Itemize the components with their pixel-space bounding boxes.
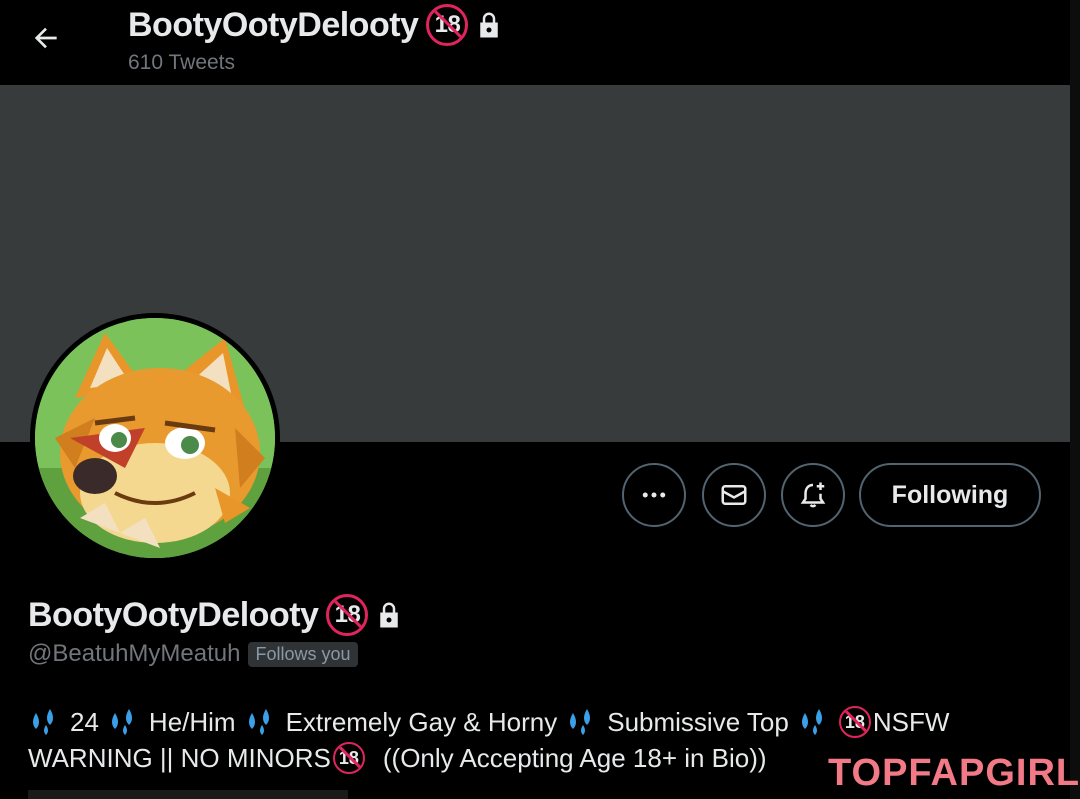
sweat-droplets-icon xyxy=(111,709,132,735)
bio-warning-group: WARNING || NO MINORS 18 xyxy=(28,740,365,776)
avatar[interactable] xyxy=(30,313,280,563)
header-name: BootyOotyDelooty xyxy=(128,5,419,44)
scrollbar[interactable] xyxy=(1070,0,1080,799)
following-button[interactable]: Following xyxy=(859,463,1041,527)
watermark-logo: TOPFAPGIRLS xyxy=(828,752,1080,794)
more-button[interactable] xyxy=(622,463,686,527)
bio-age: 24 xyxy=(70,707,99,737)
sweat-droplets-icon xyxy=(248,709,269,735)
sweat-droplets-icon xyxy=(33,709,53,735)
message-button[interactable] xyxy=(702,463,766,527)
top-header: BootyOotyDelooty 18 610 Tweets xyxy=(0,0,1080,85)
bio-pronouns: He/Him xyxy=(148,707,236,737)
bio-warning: WARNING || NO MINORS xyxy=(28,743,331,773)
cut-off-text-line xyxy=(28,790,348,799)
arrow-left-icon xyxy=(34,27,57,49)
bio-note: ((Only Accepting Age 18+ in Bio)) xyxy=(382,743,767,773)
bio-line-1: 24 He/Him Extremely Gay & Horny Submissi… xyxy=(28,704,1028,740)
bell-plus-icon xyxy=(800,482,826,508)
bio-nsfw-group: 18 NSFW xyxy=(838,704,950,740)
profile-display-name: BootyOotyDelooty 18 xyxy=(28,594,402,636)
bio-tag-1: Extremely Gay & Horny xyxy=(285,707,558,737)
lock-icon xyxy=(380,602,399,628)
more-icon xyxy=(642,492,666,498)
handle-row: @BeatuhMyMeatuh Follows you xyxy=(28,640,358,668)
avatar-image xyxy=(35,318,275,558)
sweat-droplets-icon xyxy=(801,709,822,735)
no-under-18-icon: 18 xyxy=(332,742,365,774)
header-title: BootyOotyDelooty 18 xyxy=(128,4,502,46)
notifications-button[interactable] xyxy=(781,463,845,527)
profile-name-text: BootyOotyDelooty xyxy=(28,595,319,634)
bio-nsfw: NSFW xyxy=(872,707,950,737)
back-button[interactable] xyxy=(28,20,64,56)
bio-tag-2: Submissive Top xyxy=(607,707,789,737)
lock-icon xyxy=(480,12,499,38)
tweet-count: 610 Tweets xyxy=(128,51,236,74)
sweat-droplets-icon xyxy=(570,709,591,735)
mail-icon xyxy=(721,485,747,505)
no-under-18-icon: 18 xyxy=(326,594,369,636)
profile-handle: @BeatuhMyMeatuh xyxy=(28,640,241,667)
no-under-18-icon: 18 xyxy=(838,706,871,738)
fox-character-image xyxy=(35,318,275,558)
follows-you-badge: Follows you xyxy=(248,641,358,667)
no-under-18-icon: 18 xyxy=(426,4,469,46)
